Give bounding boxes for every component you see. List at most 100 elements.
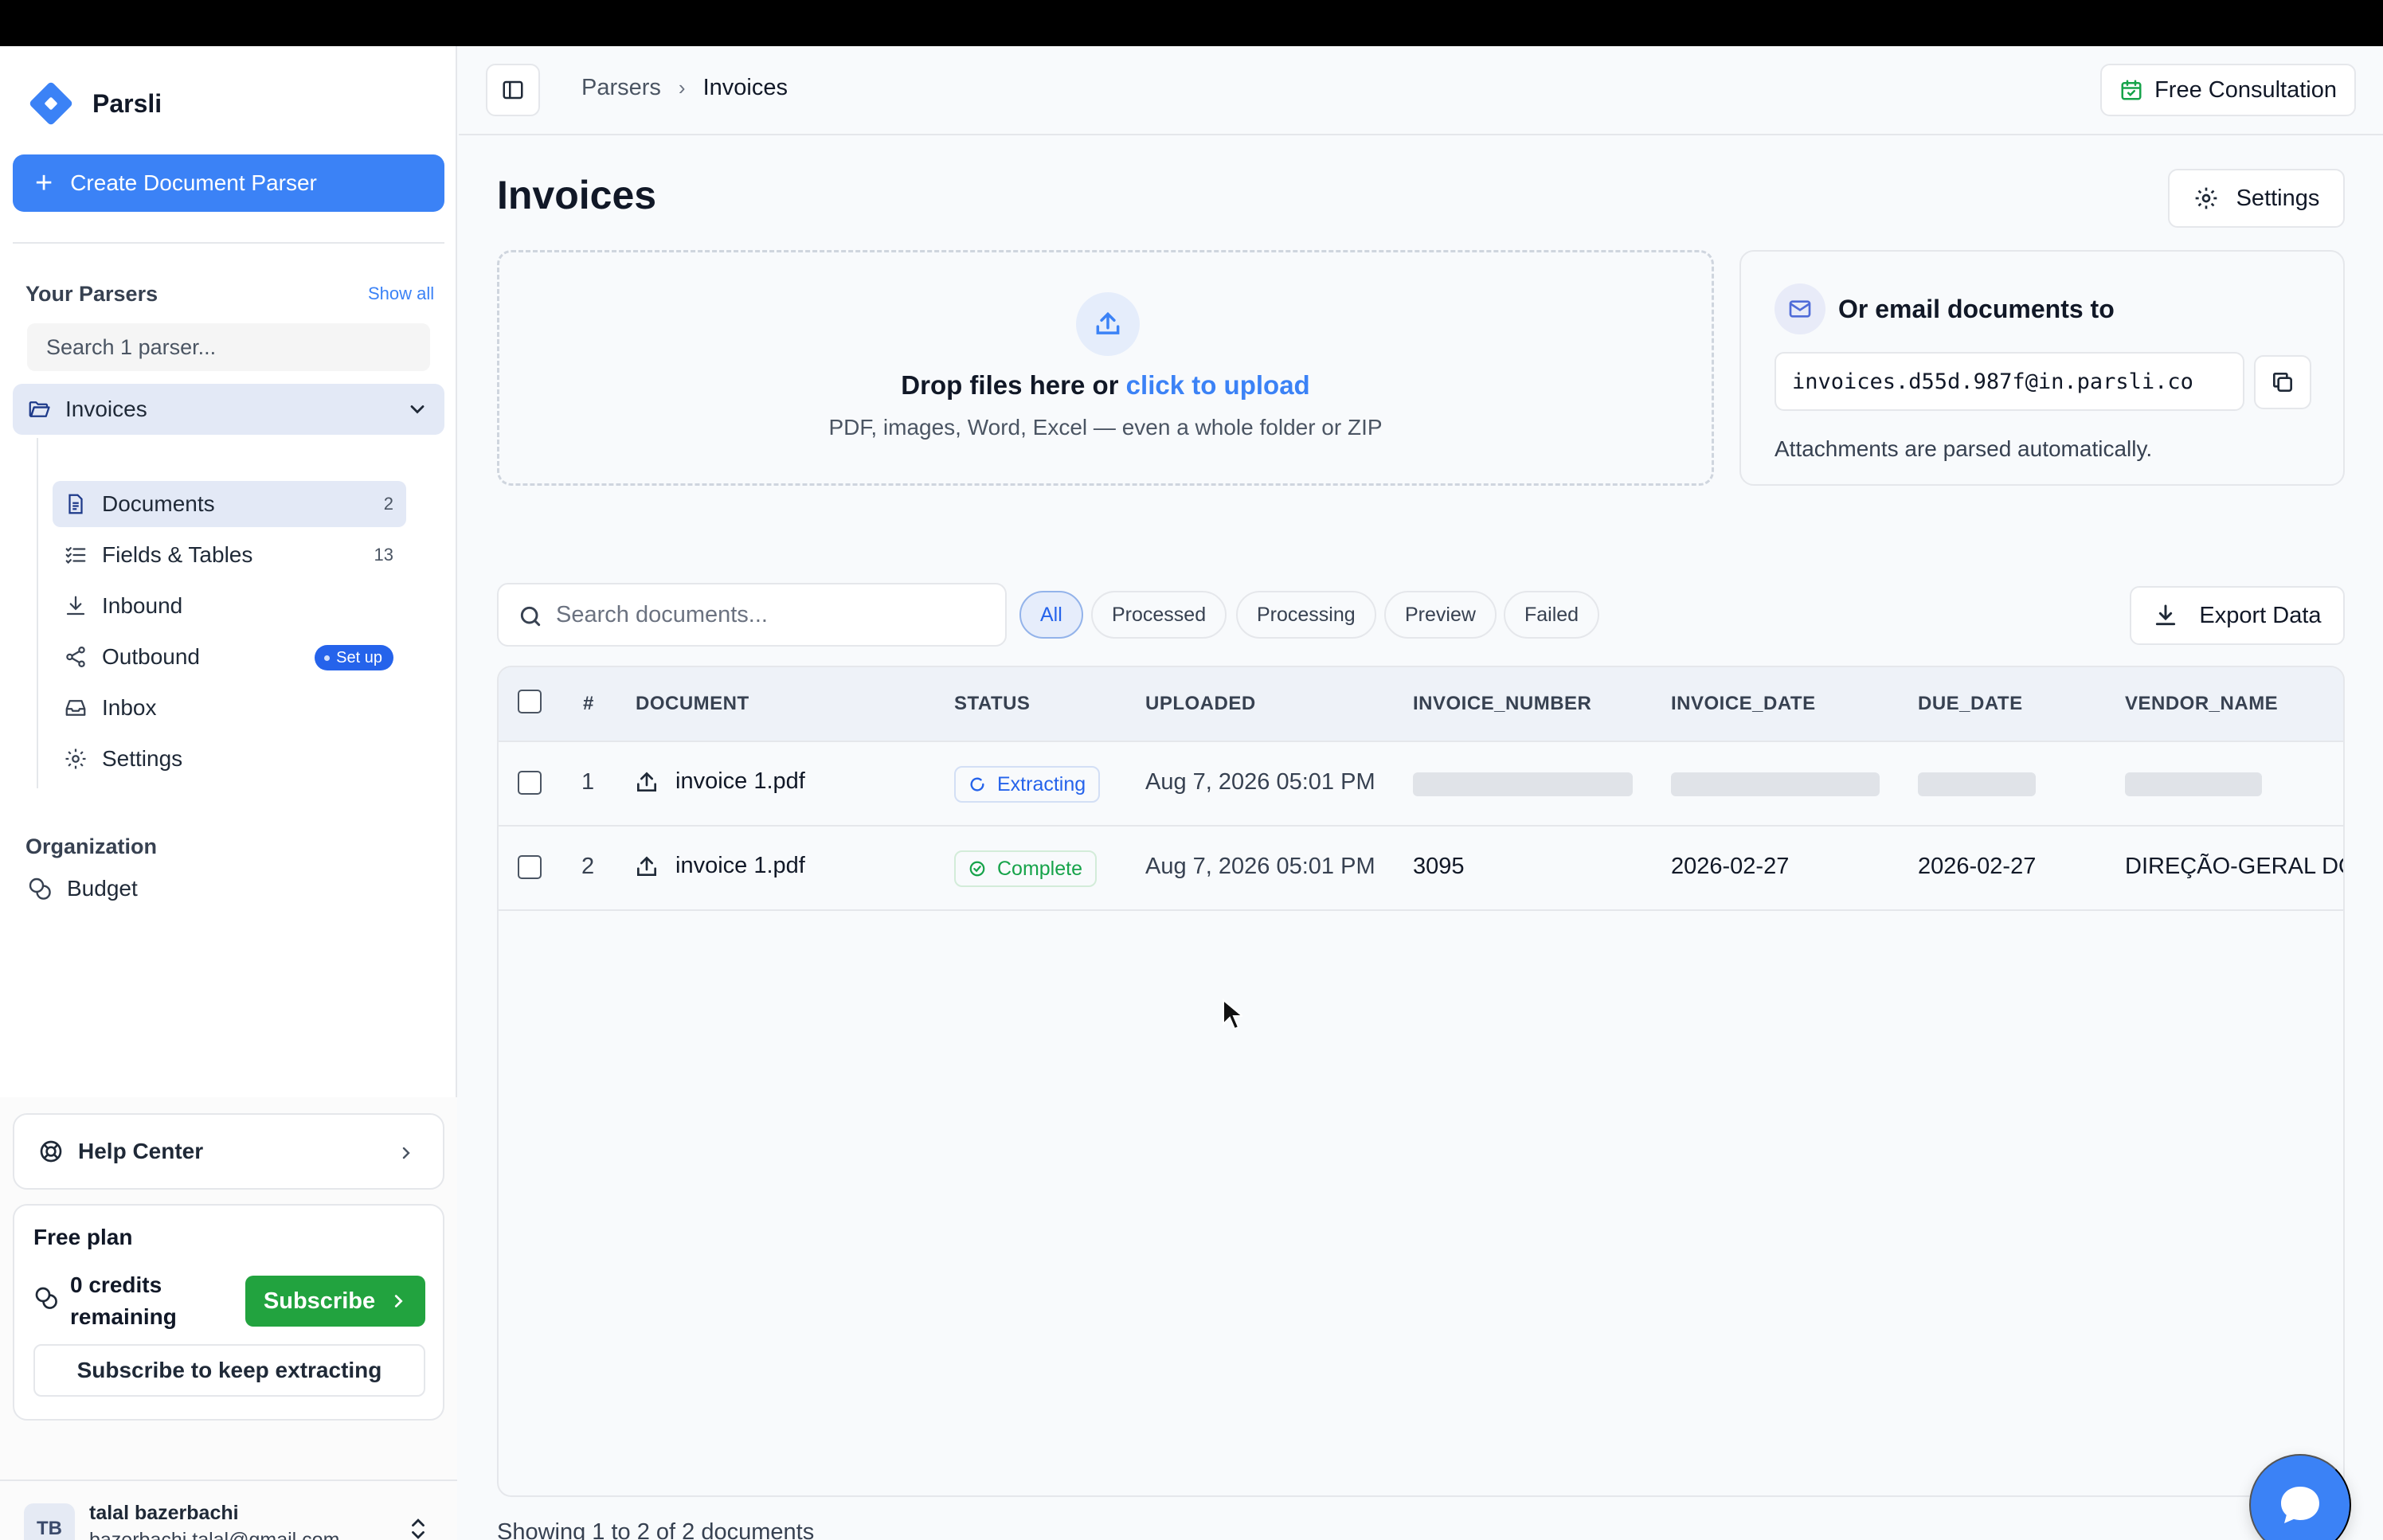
email-note: Attachments are parsed automatically. <box>1775 436 2153 461</box>
avatar[interactable]: TB <box>24 1503 75 1540</box>
loading-placeholder <box>1918 772 2036 796</box>
chevron-right-icon <box>394 1295 403 1307</box>
chevron-right-icon: › <box>678 76 686 100</box>
subscribe-to-keep-extracting-button[interactable]: Subscribe to keep extracting <box>33 1344 425 1397</box>
column-header-vendor-name[interactable]: VENDOR_NAME <box>2125 693 2278 715</box>
sidebar-footer: Help Center Free plan 0 credits remainin… <box>0 1097 457 1540</box>
documents-count: 2 <box>383 494 393 514</box>
ingest-email-address[interactable]: invoices.d55d.987f@in.parsli.co <box>1775 352 2244 411</box>
help-center-button[interactable]: Help Center <box>13 1113 444 1190</box>
chevron-down-icon[interactable] <box>406 398 428 420</box>
file-dropzone[interactable]: Drop files here or click to upload PDF, … <box>497 250 1714 486</box>
email-ingest-card: Or email documents to invoices.d55d.987f… <box>1739 250 2345 486</box>
dropzone-formats: PDF, images, Word, Excel — even a whole … <box>828 415 1383 440</box>
brand-name: Parsli <box>92 88 162 118</box>
sidebar-item-label: Documents <box>102 491 215 516</box>
folder-open-icon <box>29 401 50 417</box>
plan-title: Free plan <box>33 1225 133 1249</box>
sidebar-item-label: Inbound <box>102 593 183 618</box>
document-icon <box>68 494 83 514</box>
uploaded-cell: Aug 7, 2026 05:01 PM <box>1145 854 1375 879</box>
sidebar-item-documents[interactable]: Documents 2 <box>53 481 406 527</box>
row-checkbox[interactable] <box>518 771 542 795</box>
breadcrumb-invoices: Invoices <box>702 75 788 100</box>
create-document-parser-button[interactable]: + Create Document Parser <box>13 154 444 212</box>
document-search-input[interactable] <box>556 596 986 634</box>
click-to-upload-link[interactable]: click to upload <box>1126 370 1310 400</box>
upload-icon <box>637 771 656 791</box>
document-search[interactable] <box>497 583 1007 647</box>
sidebar-item-inbox[interactable]: Inbox <box>53 685 406 731</box>
mouse-cursor-icon <box>1223 999 1242 1030</box>
badge-dot <box>324 655 331 661</box>
page-title: Invoices <box>497 173 657 217</box>
parsli-logo-icon <box>29 82 72 125</box>
chevron-up-down-icon[interactable] <box>408 1515 428 1540</box>
sidebar-toggle-button[interactable] <box>486 64 540 116</box>
loading-placeholder <box>2125 772 2262 796</box>
sidebar-item-budget[interactable]: Budget <box>27 876 138 901</box>
parser-settings-button[interactable]: Settings <box>2168 169 2345 228</box>
brand[interactable]: Parsli <box>25 78 162 129</box>
download-icon <box>2156 604 2176 626</box>
sidebar-item-outbound[interactable]: Outbound Set up <box>53 634 406 680</box>
filter-preview[interactable]: Preview <box>1384 591 1497 639</box>
settings-label: Settings <box>2236 185 2320 211</box>
column-header-due-date[interactable]: DUE_DATE <box>1918 693 2023 715</box>
sidebar-item-fields-tables[interactable]: Fields & Tables 13 <box>53 532 406 578</box>
sidebar-item-label: Fields & Tables <box>102 542 253 567</box>
row-checkbox[interactable] <box>518 855 542 879</box>
help-center-label: Help Center <box>78 1139 204 1163</box>
show-all-link[interactable]: Show all <box>368 283 434 304</box>
coins-icon <box>35 1287 57 1309</box>
app-window: Parsli + Create Document Parser Your Par… <box>0 46 2383 1540</box>
column-header-invoice-date[interactable]: INVOICE_DATE <box>1671 693 1816 715</box>
export-data-button[interactable]: Export Data <box>2130 586 2345 645</box>
document-name-cell[interactable]: invoice 1.pdf <box>634 853 805 879</box>
document-name: invoice 1.pdf <box>675 768 805 794</box>
setup-badge[interactable]: Set up <box>315 645 393 670</box>
invoice-number-cell: 3095 <box>1413 854 1465 879</box>
copy-icon <box>2273 373 2292 392</box>
subscribe-button[interactable]: Subscribe <box>245 1276 425 1327</box>
filter-processed[interactable]: Processed <box>1091 591 1227 639</box>
fields-count: 13 <box>374 545 393 565</box>
sidebar-item-settings[interactable]: Settings <box>53 736 406 782</box>
table-row[interactable]: 2 invoice 1.pdf Complete Aug 7, 2026 05:… <box>499 827 2343 911</box>
coins-icon <box>29 877 51 900</box>
parser-search-input[interactable] <box>27 323 430 371</box>
vendor-name-cell: DIREÇÃO-GERAL DO <box>2125 854 2345 879</box>
email-card-title: Or email documents to <box>1838 295 2115 323</box>
filter-failed[interactable]: Failed <box>1504 591 1600 639</box>
organization-title: Organization <box>25 834 158 858</box>
breadcrumb-parsers[interactable]: Parsers <box>581 75 661 101</box>
plan-card: Free plan 0 credits remaining Subscribe … <box>13 1204 444 1421</box>
copy-email-button[interactable] <box>2254 355 2311 409</box>
column-header-invoice-number[interactable]: INVOICE_NUMBER <box>1413 693 1591 715</box>
calendar-check-icon <box>2121 80 2142 100</box>
uploaded-cell: Aug 7, 2026 05:01 PM <box>1145 769 1375 795</box>
sidebar-item-label: Inbox <box>102 695 157 720</box>
filter-all[interactable]: All <box>1019 591 1083 639</box>
parser-group-label: Invoices <box>65 397 147 421</box>
subscribe-label: Subscribe <box>263 1288 376 1314</box>
select-all-checkbox[interactable] <box>518 690 542 713</box>
user-email: bazerbachi.talal@gmail.com <box>89 1529 340 1540</box>
loading-placeholder <box>1413 772 1633 796</box>
free-consultation-button[interactable]: Free Consultation <box>2100 64 2356 116</box>
parser-group-invoices[interactable]: Invoices <box>13 384 444 435</box>
document-name: invoice 1.pdf <box>675 853 805 878</box>
spinner-icon <box>970 777 984 791</box>
column-header-status[interactable]: STATUS <box>954 693 1030 715</box>
sidebar-item-label: Outbound <box>102 644 200 669</box>
column-header-uploaded[interactable]: UPLOADED <box>1145 693 1256 715</box>
sidebar-item-inbound[interactable]: Inbound <box>53 583 406 629</box>
document-name-cell[interactable]: invoice 1.pdf <box>634 768 805 795</box>
table-row[interactable]: 1 invoice 1.pdf Extracting Aug 7, 2026 0… <box>499 742 2343 827</box>
column-header-document[interactable]: DOCUMENT <box>636 693 749 715</box>
budget-label: Budget <box>67 876 138 901</box>
filter-processing[interactable]: Processing <box>1236 591 1376 639</box>
chevron-right-icon <box>402 1147 410 1159</box>
mail-icon <box>1775 283 1825 334</box>
inbox-icon <box>65 700 86 716</box>
